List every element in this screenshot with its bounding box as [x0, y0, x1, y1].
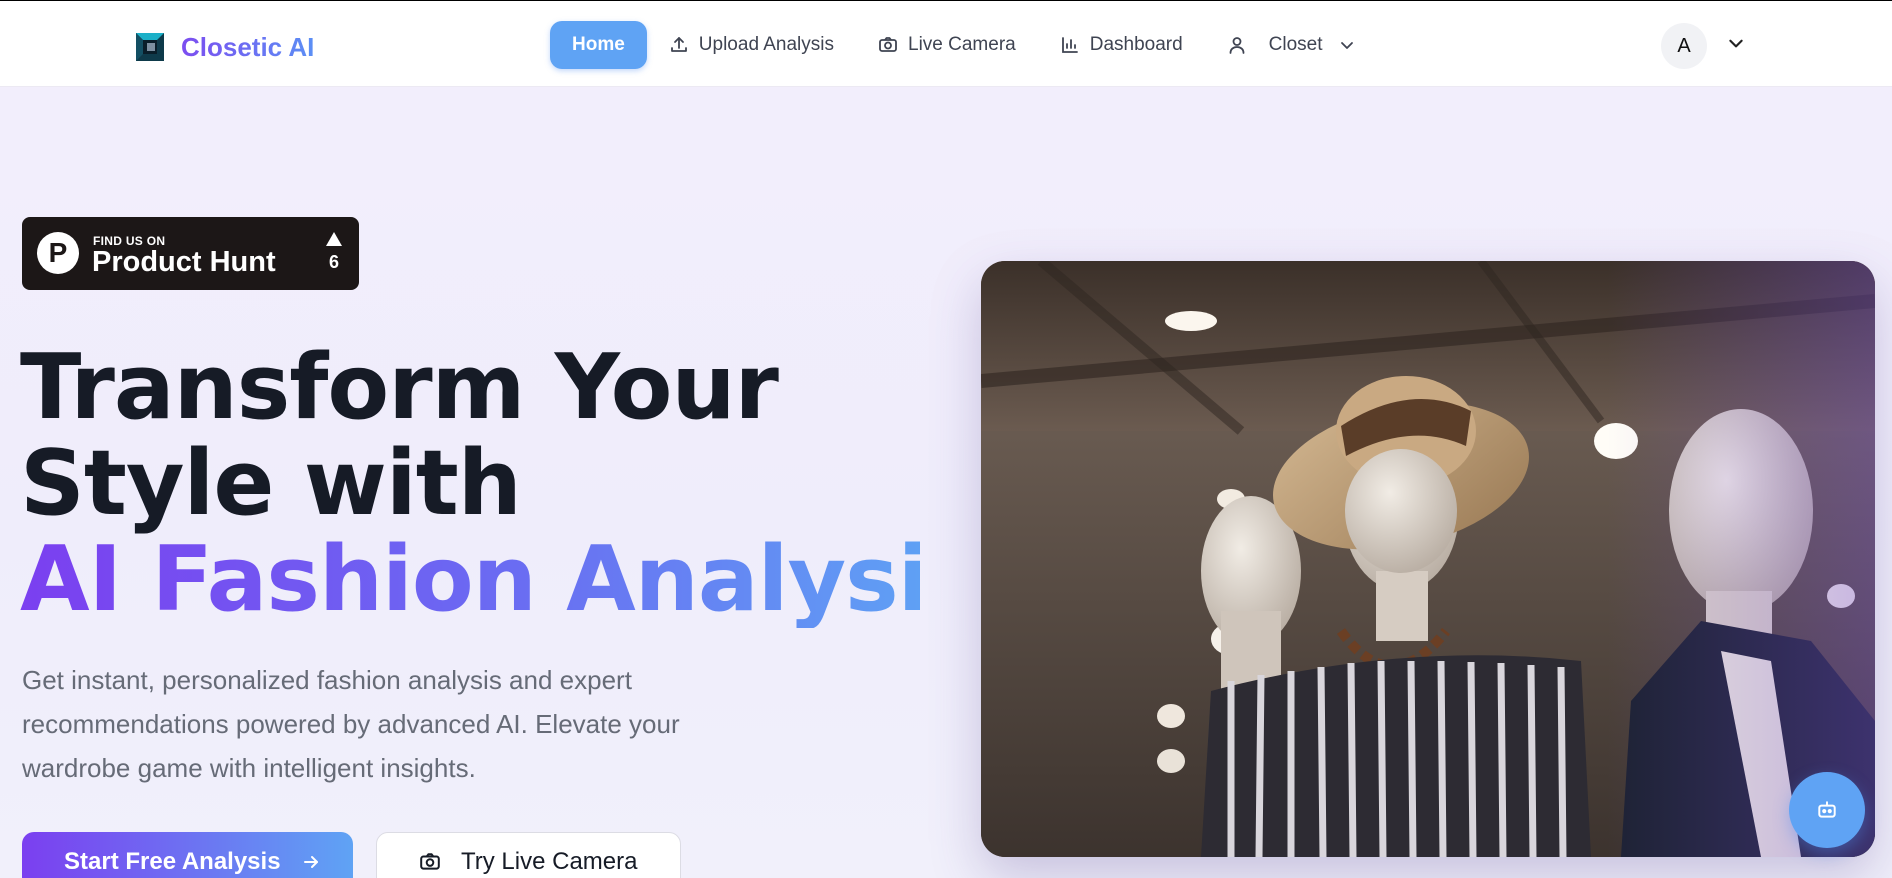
account-chevron-down-icon[interactable]: [1727, 34, 1745, 52]
start-free-analysis-button[interactable]: Start Free Analysis: [22, 832, 353, 878]
chevron-down-icon: [1340, 42, 1353, 49]
hero-mannequin-image: [981, 261, 1875, 857]
nav-home[interactable]: Home: [550, 21, 647, 69]
nav-closet-dropdown[interactable]: Closet: [1205, 21, 1377, 69]
camera-icon: [879, 37, 897, 52]
top-navbar: Closetic AI Home Upload Analysis Live Ca…: [0, 1, 1892, 87]
robot-icon: [1818, 801, 1836, 818]
product-hunt-logo-icon: P: [37, 232, 79, 274]
try-live-camera-button[interactable]: Try Live Camera: [376, 832, 681, 878]
nav-upload-analysis[interactable]: Upload Analysis: [647, 21, 856, 69]
brand-name: Closetic AI: [181, 31, 315, 62]
product-hunt-title: Product Hunt: [92, 246, 276, 278]
nav-dashboard-label: Dashboard: [1089, 34, 1183, 55]
user-avatar[interactable]: A: [1661, 23, 1707, 69]
product-hunt-upvote-count: 6: [328, 252, 339, 272]
nav-closet-label: Closet: [1268, 34, 1323, 55]
closetic-logo-icon: [136, 33, 164, 61]
nav-dashboard[interactable]: Dashboard: [1038, 21, 1205, 69]
nav-upload-label: Upload Analysis: [698, 34, 834, 55]
bar-chart-icon: [1061, 37, 1078, 53]
arrow-right-icon: [303, 856, 318, 868]
hero-headline-line-2: Style with: [20, 431, 522, 536]
hero-headline-gradient-line: AI Fashion Analysis: [20, 527, 981, 632]
hero-headline-line-1: Transform Your: [20, 335, 779, 440]
nav-home-label: Home: [572, 34, 625, 55]
nav-camera-label: Live Camera: [908, 34, 1016, 55]
hero-subtitle: Get instant, personalized fashion analys…: [22, 665, 680, 783]
mannequin-photo: [981, 261, 1875, 857]
upvote-triangle-icon: [326, 232, 342, 246]
upload-icon: [670, 37, 687, 52]
product-hunt-badge[interactable]: P FIND US ON Product Hunt 6: [22, 217, 359, 290]
start-free-analysis-label: Start Free Analysis: [64, 848, 281, 875]
user-icon: [1229, 37, 1245, 54]
main-nav: Home Upload Analysis Live Camera Dashboa…: [550, 21, 1377, 69]
brand[interactable]: Closetic AI: [133, 30, 314, 64]
camera-icon: [420, 853, 440, 870]
chat-assistant-button[interactable]: [1789, 772, 1865, 848]
hero-headline: Transform Your Style with AI Fashion Ana…: [20, 335, 981, 632]
nav-live-camera[interactable]: Live Camera: [856, 21, 1038, 69]
try-live-camera-label: Try Live Camera: [461, 848, 638, 875]
